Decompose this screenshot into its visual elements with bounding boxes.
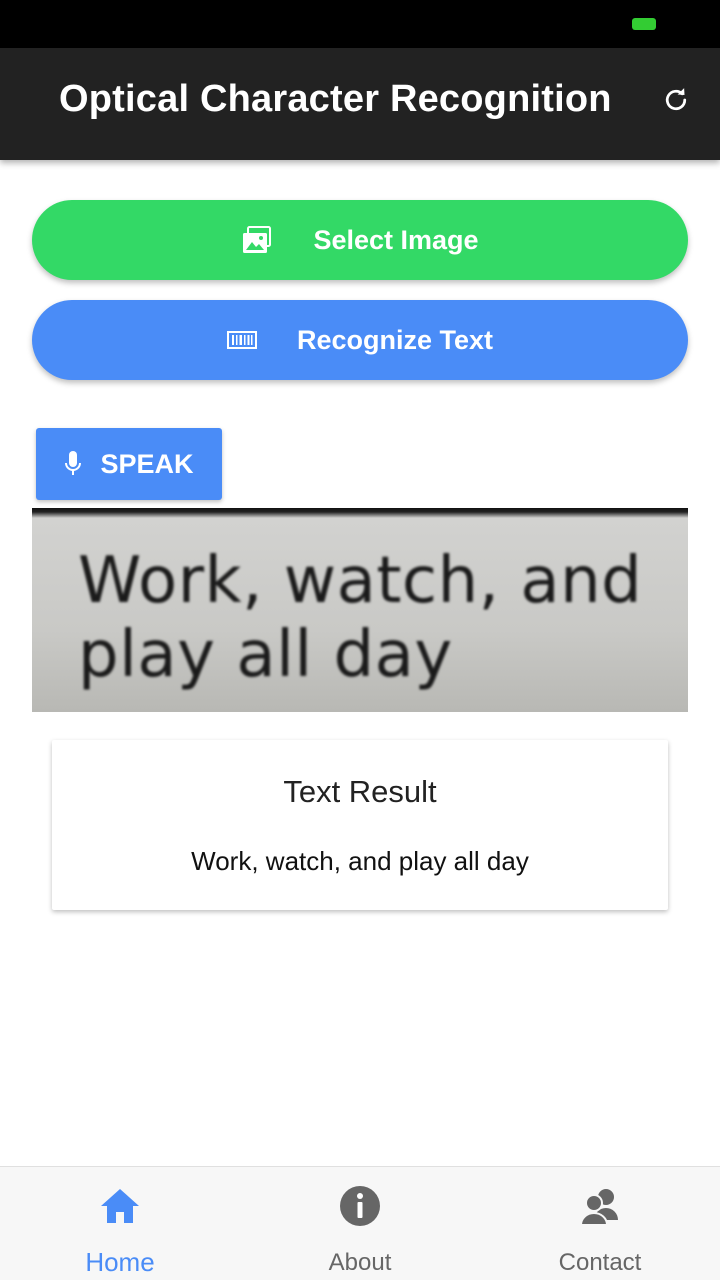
nav-item-about[interactable]: About	[240, 1167, 480, 1280]
preview-line-2: play all day	[78, 618, 453, 692]
recognize-text-button[interactable]: Recognize Text	[32, 300, 688, 380]
image-preview: Work, watch, and play all day	[32, 508, 688, 712]
status-bar	[0, 0, 720, 48]
nav-label-contact: Contact	[558, 1249, 642, 1276]
app-title: Optical Character Recognition	[59, 78, 612, 120]
select-image-label: Select Image	[313, 224, 479, 255]
contacts-icon	[578, 1185, 622, 1227]
nav-label-about: About	[328, 1249, 392, 1276]
nav-label-home: Home	[85, 1247, 155, 1277]
nav-item-home[interactable]: Home	[0, 1167, 240, 1280]
refresh-icon	[665, 88, 687, 111]
home-icon	[99, 1185, 141, 1227]
speak-label: SPEAK	[100, 448, 194, 479]
speak-button[interactable]: SPEAK	[36, 428, 222, 500]
battery-icon	[632, 18, 656, 30]
barcode-icon	[226, 330, 257, 350]
nav-item-contact[interactable]: Contact	[480, 1167, 720, 1280]
select-image-button[interactable]: Select Image	[32, 200, 688, 280]
image-icon	[241, 225, 273, 255]
microphone-icon	[64, 450, 82, 478]
recognize-text-label: Recognize Text	[296, 324, 494, 355]
preview-line-1: Work, watch, and	[78, 544, 643, 618]
app-bar: Optical Character Recognition	[0, 48, 720, 160]
result-text: Work, watch, and play all day	[191, 846, 529, 876]
bottom-navigation: Home About Contact	[0, 1166, 720, 1280]
result-title: Text Result	[283, 774, 437, 809]
refresh-button[interactable]	[656, 80, 696, 120]
text-result-card: Text Result Work, watch, and play all da…	[52, 740, 668, 910]
info-icon	[339, 1185, 381, 1227]
preview-image-text: Work, watch, and play all day	[78, 544, 642, 692]
